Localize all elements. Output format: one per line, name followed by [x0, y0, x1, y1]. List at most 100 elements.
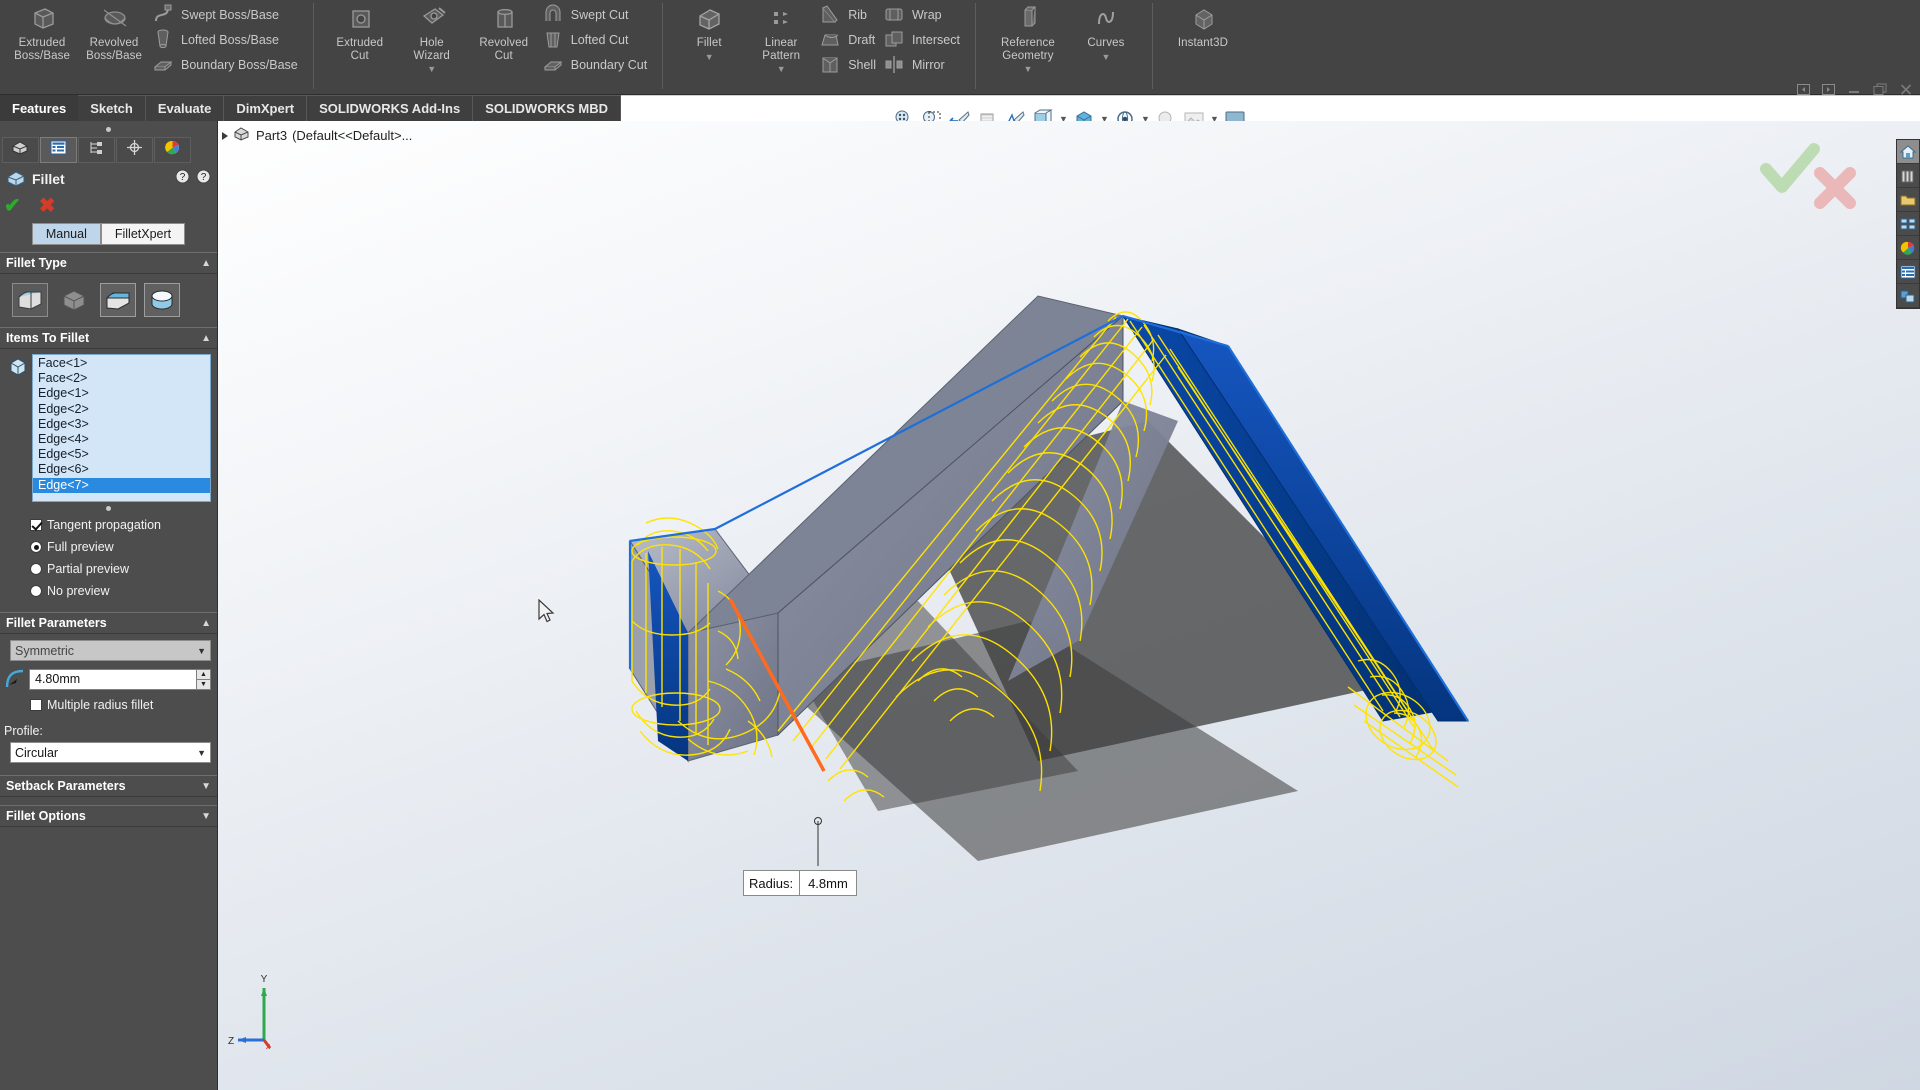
radius-spinner[interactable]: 4.80mm ▲ ▼	[29, 668, 211, 690]
listbox-resize-grip[interactable]	[0, 502, 217, 514]
radius-callout-value[interactable]: 4.8mm	[799, 871, 856, 895]
restore-icon[interactable]	[1872, 82, 1888, 97]
partial-preview-row[interactable]: Partial preview	[0, 558, 217, 580]
home-icon[interactable]	[1897, 140, 1919, 164]
library-icon[interactable]	[1897, 164, 1919, 188]
flyout-feature-tree[interactable]: Part3 (Default<<Default>...	[222, 126, 412, 145]
variable-size-fillet-button[interactable]	[56, 283, 92, 317]
fillet-button[interactable]: Fillet ▼	[673, 0, 745, 62]
list-item[interactable]: Face<2>	[33, 371, 210, 386]
graphics-viewport[interactable]: Radius: 4.8mm Y Z x	[218, 121, 1920, 1090]
panel-pin-row[interactable]	[0, 121, 217, 137]
reference-geometry-caret-icon[interactable]: ▼	[1023, 64, 1032, 74]
multiple-radius-checkbox[interactable]	[30, 699, 42, 711]
feature-manager-tab[interactable]	[2, 137, 39, 163]
property-manager-tab[interactable]	[40, 137, 77, 163]
whats-new-question-icon[interactable]: ?	[196, 169, 211, 189]
full-preview-radio[interactable]	[30, 541, 42, 553]
no-preview-row[interactable]: No preview	[0, 580, 217, 602]
chevron-down-icon[interactable]: ▼	[197, 748, 206, 758]
multiple-radius-row[interactable]: Multiple radius fillet	[0, 694, 217, 716]
help-question-icon[interactable]: ?	[175, 169, 190, 189]
fillet-parameters-header[interactable]: Fillet Parameters ▲	[0, 612, 217, 634]
fillet-type-header[interactable]: Fillet Type ▲	[0, 252, 217, 274]
list-item[interactable]: Edge<5>	[33, 447, 210, 462]
swept-cut-button[interactable]: Swept Cut	[540, 2, 652, 27]
hole-wizard-caret-icon[interactable]: ▼	[427, 64, 436, 74]
partial-preview-radio[interactable]	[30, 563, 42, 575]
drag-drop-icon[interactable]	[1897, 284, 1919, 308]
tangent-propagation-row[interactable]: Tangent propagation	[0, 514, 217, 536]
appearances-icon[interactable]	[1897, 236, 1919, 260]
model-geometry[interactable]	[218, 121, 1920, 1090]
symmetry-type-select[interactable]: Symmetric ▼	[10, 640, 211, 661]
radius-increment-button[interactable]: ▲	[196, 668, 211, 679]
radius-decrement-button[interactable]: ▼	[196, 678, 211, 690]
tab-sketch[interactable]: Sketch	[78, 95, 146, 121]
boundary-boss-base-button[interactable]: Boundary Boss/Base	[150, 52, 303, 77]
close-icon[interactable]	[1898, 82, 1914, 97]
expand-tree-icon[interactable]	[222, 131, 228, 140]
draft-button[interactable]: Draft	[817, 27, 881, 52]
curves-button[interactable]: Curves ▼	[1070, 0, 1142, 62]
full-preview-row[interactable]: Full preview	[0, 536, 217, 558]
custom-properties-icon[interactable]	[1897, 260, 1919, 284]
chevron-down-icon[interactable]: ▼	[201, 781, 211, 792]
dimxpert-manager-tab[interactable]	[116, 137, 153, 163]
lofted-boss-base-button[interactable]: Lofted Boss/Base	[150, 27, 303, 52]
profile-select[interactable]: Circular ▼	[10, 742, 211, 763]
document-name[interactable]: Part3	[256, 128, 287, 143]
setback-parameters-header[interactable]: Setback Parameters ▼	[0, 775, 217, 797]
configuration-manager-tab[interactable]	[78, 137, 115, 163]
chevron-down-icon[interactable]: ▼	[197, 646, 206, 656]
chevron-down-icon[interactable]: ▼	[201, 811, 211, 822]
chevron-up-icon[interactable]: ▲	[201, 333, 211, 344]
list-item[interactable]: Edge<3>	[33, 417, 210, 432]
list-item-selected[interactable]: Edge<7>	[33, 477, 210, 493]
restore-pane-right-icon[interactable]	[1821, 82, 1836, 97]
reference-geometry-button[interactable]: Reference Geometry ▼	[986, 0, 1070, 74]
tangent-propagation-checkbox[interactable]	[30, 519, 42, 531]
list-item[interactable]: Edge<6>	[33, 462, 210, 477]
boundary-cut-button[interactable]: Boundary Cut	[540, 52, 652, 77]
hole-wizard-button[interactable]: Hole Wizard ▼	[396, 0, 468, 74]
items-to-fillet-header[interactable]: Items To Fillet ▲	[0, 327, 217, 349]
rib-button[interactable]: Rib	[817, 2, 881, 27]
display-manager-tab[interactable]	[154, 137, 191, 163]
search-view-palette-icon[interactable]	[1897, 212, 1919, 236]
extruded-boss-base-button[interactable]: Extruded Boss/Base	[6, 0, 78, 62]
tab-features[interactable]: Features	[0, 95, 79, 121]
full-round-fillet-button[interactable]	[144, 283, 180, 317]
curves-caret-icon[interactable]: ▼	[1101, 52, 1110, 62]
linear-pattern-caret-icon[interactable]: ▼	[777, 64, 786, 74]
chevron-up-icon[interactable]: ▲	[201, 258, 211, 269]
fillet-options-header[interactable]: Fillet Options ▼	[0, 805, 217, 827]
radius-spin-buttons[interactable]: ▲ ▼	[196, 668, 211, 690]
chevron-up-icon[interactable]: ▲	[201, 618, 211, 629]
tab-evaluate[interactable]: Evaluate	[145, 95, 225, 121]
face-fillet-button[interactable]	[100, 283, 136, 317]
manual-mode-button[interactable]: Manual	[31, 223, 101, 245]
revolved-cut-button[interactable]: Revolved Cut	[468, 0, 540, 62]
constant-size-fillet-button[interactable]	[12, 283, 48, 317]
no-preview-radio[interactable]	[30, 585, 42, 597]
linear-pattern-button[interactable]: Linear Pattern ▼	[745, 0, 817, 74]
instant3d-button[interactable]: Instant3D	[1163, 0, 1243, 50]
filletxpert-mode-button[interactable]: FilletXpert	[100, 223, 186, 245]
intersect-button[interactable]: Intersect	[881, 27, 965, 52]
list-item[interactable]: Edge<2>	[33, 402, 210, 417]
lofted-cut-button[interactable]: Lofted Cut	[540, 27, 652, 52]
radius-input[interactable]: 4.80mm	[29, 668, 196, 690]
radius-callout[interactable]: Radius: 4.8mm	[743, 870, 857, 896]
revolved-boss-base-button[interactable]: Revolved Boss/Base	[78, 0, 150, 62]
shell-button[interactable]: Shell	[817, 52, 881, 77]
accept-button[interactable]: ✔	[4, 196, 21, 216]
document-config[interactable]: (Default<<Default>...	[292, 128, 412, 143]
fillet-caret-icon[interactable]: ▼	[705, 52, 714, 62]
swept-boss-base-button[interactable]: Swept Boss/Base	[150, 2, 303, 27]
list-item[interactable]: Face<1>	[33, 356, 210, 371]
list-item[interactable]: Edge<1>	[33, 386, 210, 401]
list-item[interactable]: Edge<4>	[33, 432, 210, 447]
extruded-cut-button[interactable]: Extruded Cut	[324, 0, 396, 62]
restore-pane-left-icon[interactable]	[1796, 82, 1811, 97]
